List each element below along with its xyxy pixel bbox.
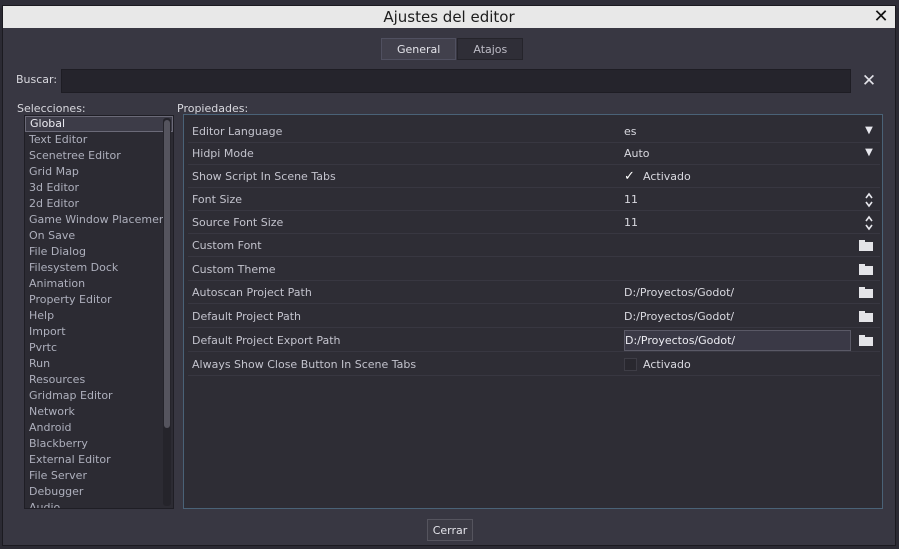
property-row: Custom Theme [188,259,880,281]
category-item[interactable]: External Editor [25,452,173,468]
property-name: Hidpi Mode [192,147,254,160]
category-item[interactable]: Blackberry [25,436,173,452]
chevron-down-icon[interactable]: ▼ [864,125,874,137]
folder-icon[interactable] [859,287,873,298]
chevron-down-icon[interactable]: ▼ [864,147,874,159]
checkbox[interactable] [624,358,637,371]
category-item[interactable]: Game Window Placement [25,212,173,228]
property-row: Font Size 11 [188,189,880,211]
category-item[interactable]: Grid Map [25,164,173,180]
property-row: Source Font Size 11 [188,212,880,234]
tab-atajos[interactable]: Atajos [457,38,524,60]
category-list: Global Text Editor Scenetree Editor Grid Ma… [24,115,174,509]
checkmark-icon[interactable]: ✓ [624,170,637,183]
property-row: Autoscan Project Path D:/Proyectos/Godot/ [188,282,880,304]
category-item[interactable]: 2d Editor [25,196,173,212]
property-value[interactable]: D:/Proyectos/Godot/ [624,310,734,323]
scrollbar-thumb[interactable] [164,120,170,428]
export-path-input[interactable] [624,330,851,351]
category-scrollbar[interactable] [163,118,171,506]
category-item[interactable]: Android [25,420,173,436]
up-down-arrows-icon[interactable] [865,215,873,231]
category-item[interactable]: Filesystem Dock [25,260,173,276]
cerrar-button[interactable]: Cerrar [427,519,473,541]
checkbox-label: Activado [643,358,691,371]
property-row: Editor Language es ▼ [188,121,880,143]
property-name: Always Show Close Button In Scene Tabs [192,358,417,371]
search-row: Buscar: ✕ [15,69,885,93]
property-name: Autoscan Project Path [192,286,312,299]
categories-heading: Selecciones: [17,102,86,115]
property-name: Show Script In Scene Tabs [192,170,336,183]
property-value[interactable]: 11 [624,216,638,229]
property-inspector: Editor Language es ▼ Hidpi Mode Auto ▼ Show Sc… [183,114,883,509]
category-item[interactable]: Text Editor [25,132,173,148]
property-value[interactable]: es [624,125,637,138]
property-name: Font Size [192,193,243,206]
category-item[interactable]: Resources [25,372,173,388]
property-name: Default Project Export Path [192,334,341,347]
property-name: Default Project Path [192,310,301,323]
property-name: Custom Theme [192,263,276,276]
property-value[interactable]: Auto [624,147,650,160]
property-name: Custom Font [192,239,262,252]
category-item[interactable]: Gridmap Editor [25,388,173,404]
settings-tabs: General Atajos [381,38,524,60]
dialog-titlebar: Ajustes del editor ✕ [3,6,895,28]
up-down-arrows-icon[interactable] [865,192,873,208]
editor-settings-dialog: Ajustes del editor ✕ General Atajos Busc… [2,5,896,546]
property-value[interactable]: D:/Proyectos/Godot/ [624,286,734,299]
property-name: Source Font Size [192,216,284,229]
category-item[interactable]: Property Editor [25,292,173,308]
search-input[interactable] [61,69,851,93]
category-item[interactable]: 3d Editor [25,180,173,196]
category-item[interactable]: Help [25,308,173,324]
clear-search-icon[interactable]: ✕ [861,71,877,91]
category-item[interactable]: Scenetree Editor [25,148,173,164]
category-item[interactable]: File Dialog [25,244,173,260]
property-name: Editor Language [192,125,283,138]
category-item[interactable]: On Save [25,228,173,244]
checkbox-label: Activado [643,170,691,183]
folder-icon[interactable] [859,311,873,322]
property-row: Show Script In Scene Tabs ✓ Activado [188,166,880,188]
category-item[interactable]: Run [25,356,173,372]
category-item[interactable]: Network [25,404,173,420]
category-item[interactable]: Global [25,116,173,132]
property-row: Hidpi Mode Auto ▼ [188,143,880,165]
category-item[interactable]: Debugger [25,484,173,500]
folder-icon[interactable] [859,264,873,275]
property-row: Default Project Path D:/Proyectos/Godot/ [188,306,880,328]
property-row: Default Project Export Path [188,330,880,352]
category-item[interactable]: Pvrtc [25,340,173,356]
category-item[interactable]: File Server [25,468,173,484]
search-label: Buscar: [16,73,58,86]
dialog-title: Ajustes del editor [383,8,515,26]
category-item[interactable]: Animation [25,276,173,292]
category-item[interactable]: Import [25,324,173,340]
folder-icon[interactable] [859,335,873,346]
property-value[interactable]: 11 [624,193,638,206]
folder-icon[interactable] [859,240,873,251]
tab-general[interactable]: General [381,38,457,60]
property-row: Custom Font [188,235,880,257]
property-row: Always Show Close Button In Scene Tabs Ac… [188,354,880,376]
close-icon[interactable]: ✕ [873,6,889,28]
category-item[interactable]: Audio [25,500,173,508]
